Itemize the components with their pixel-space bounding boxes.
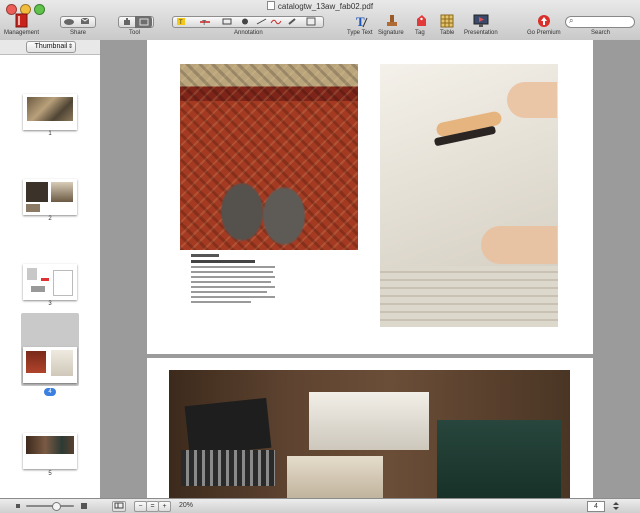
thumbnail-number-2: 2 (48, 216, 52, 222)
title-toolbar: catalogtw_13aw_fab02.pdf Management Shar… (0, 0, 640, 41)
window-title-area: catalogtw_13aw_fab02.pdf (0, 1, 640, 11)
updown-arrow-icon: ⇕ (67, 44, 73, 50)
note-icon[interactable] (306, 17, 316, 26)
document-icon (266, 1, 275, 10)
freehand-icon[interactable] (270, 17, 282, 26)
book-icon (15, 13, 28, 28)
arrow-icon[interactable] (256, 17, 268, 26)
svg-text:T: T (202, 20, 207, 26)
document-view[interactable] (101, 40, 640, 498)
hand-top-photo (507, 82, 557, 118)
beige-cloth-stack (287, 456, 383, 498)
toggle-sidebar-button[interactable] (112, 501, 126, 512)
thumbnail-number-1: 1 (48, 131, 52, 137)
page-number-field[interactable]: 4 (587, 501, 605, 512)
thumbnail-page-4[interactable] (23, 347, 77, 383)
plaid-cloth-stack (181, 450, 275, 486)
thumbnail-sidebar: Thumbnail ⇕ 1 2 3 4 5 (0, 40, 101, 498)
black-cloth-stack (184, 397, 272, 457)
presentation-label: Presentation (464, 30, 498, 36)
cloth-folds-photo (380, 266, 558, 327)
signature-label: Signature (378, 30, 404, 36)
tag-icon[interactable] (414, 14, 428, 28)
share-label: Share (70, 30, 87, 36)
sidebar-view-value: Thumbnail (34, 43, 68, 50)
table-label: Table (440, 30, 455, 36)
hand-icon[interactable] (122, 17, 132, 26)
bottom-status-bar: − = + 20% 4 (0, 498, 640, 513)
type-text-label: Type Text (347, 30, 373, 36)
presentation-monitor-icon[interactable] (473, 14, 489, 28)
signature-stamp-icon[interactable] (385, 14, 399, 28)
go-premium-label: Go Premium (527, 30, 561, 36)
search-input[interactable]: ⌕ (565, 16, 635, 28)
equals-icon: = (150, 503, 155, 510)
page-stepper-icon[interactable] (612, 501, 620, 511)
green-cloth-stack (437, 420, 561, 498)
highlight-icon[interactable]: T (175, 17, 187, 26)
large-thumbnail-size-icon[interactable] (80, 502, 88, 510)
thumbnail-page-2[interactable] (23, 179, 77, 215)
pdf-page (147, 40, 593, 354)
thumbnail-number-5: 5 (48, 471, 52, 477)
sidebar-view-select[interactable]: Thumbnail ⇕ (26, 41, 76, 53)
plus-icon: + (162, 503, 167, 510)
thumbnail-number-3: 3 (48, 301, 52, 307)
type-text-icon[interactable]: T (354, 14, 368, 28)
table-icon[interactable] (440, 14, 454, 28)
pdf-page-next (147, 358, 593, 498)
management-label: Management (4, 30, 40, 36)
caption-text-block (191, 252, 277, 312)
hand-bottom-photo (481, 226, 557, 264)
zoom-in-button[interactable]: + (158, 501, 171, 512)
cloud-icon[interactable] (63, 17, 75, 25)
sidebar-header: Thumbnail ⇕ (0, 40, 100, 55)
link-icon[interactable] (287, 17, 297, 26)
svg-text:T: T (179, 20, 183, 26)
management-button[interactable] (14, 13, 30, 28)
thumbnail-size-slider-knob[interactable] (52, 502, 61, 511)
annotation-label: Annotation (234, 30, 263, 36)
tool-label: Tool (129, 30, 141, 36)
search-icon: ⌕ (569, 16, 574, 25)
rectangle-icon[interactable] (222, 17, 232, 26)
window-title: catalogtw_13aw_fab02.pdf (277, 2, 374, 11)
circle-icon[interactable] (240, 17, 250, 26)
mail-icon[interactable] (80, 17, 90, 25)
white-cloth-stack (309, 392, 429, 450)
tag-label: Tag (415, 30, 425, 36)
text-select-icon (139, 18, 149, 26)
thumbnail-size-slider[interactable] (26, 505, 74, 507)
thumbnail-page-3[interactable] (23, 264, 77, 300)
thumbnail-number-4: 4 (44, 388, 56, 396)
go-premium-icon[interactable] (537, 14, 551, 28)
strikethrough-icon[interactable]: T (199, 17, 211, 26)
search-label: Search (591, 30, 611, 36)
small-thumbnail-size-icon[interactable] (14, 502, 22, 510)
sidebar-icon (114, 502, 124, 509)
thumbnail-page-1[interactable] (23, 94, 77, 130)
thumbnail-page-5[interactable] (23, 433, 77, 469)
zoom-level: 20% (179, 502, 194, 509)
rug-slippers-photo (180, 64, 358, 250)
minus-icon: − (138, 503, 143, 510)
